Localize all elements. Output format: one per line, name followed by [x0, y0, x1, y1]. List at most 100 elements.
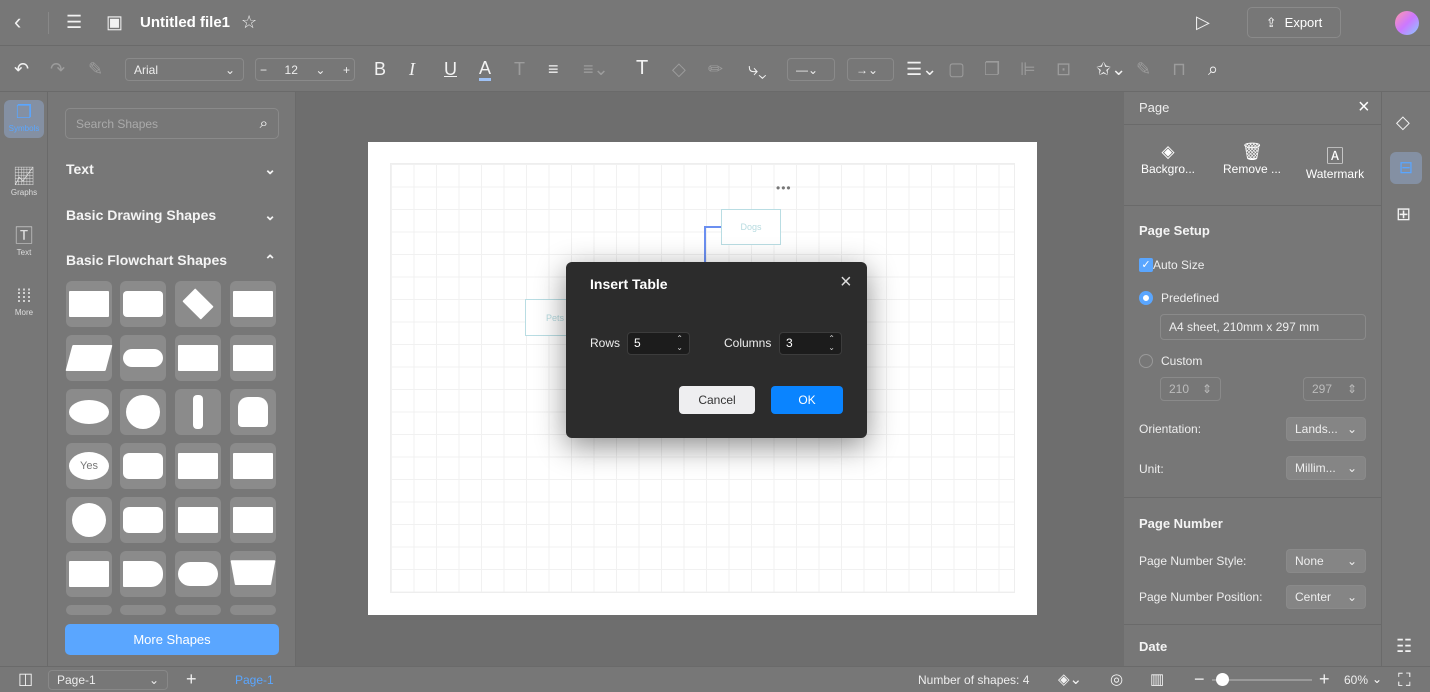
shape-tile[interactable] [230, 389, 276, 435]
shape-tile[interactable] [175, 335, 221, 381]
page-select[interactable]: Page-1 ⌄ [48, 670, 168, 690]
shape-tile[interactable] [175, 443, 221, 489]
shape-tile[interactable] [120, 389, 166, 435]
font-size-stepper[interactable]: −12 ⌄ + [255, 58, 355, 81]
zoom-level[interactable]: 60% [1344, 673, 1368, 687]
menu-icon[interactable]: ☰ [66, 12, 82, 32]
find-icon[interactable]: ⌕ [1208, 59, 1218, 79]
rows-stepper[interactable]: 5 ⌃ ⌄ [627, 332, 690, 355]
map-icon[interactable]: ▥ [1150, 670, 1164, 690]
remove-background-button[interactable]: 🗑︎ Remove ... [1216, 142, 1288, 176]
zoom-in-icon[interactable]: + [1319, 669, 1330, 689]
predefined-radio[interactable] [1139, 291, 1153, 305]
connector-icon[interactable]: ⤷⌄ [748, 59, 767, 79]
custom-height-field[interactable]: 297 ⇕ [1303, 377, 1366, 401]
custom-radio[interactable] [1139, 354, 1153, 368]
ok-button[interactable]: OK [771, 386, 843, 414]
shape-tile[interactable] [120, 281, 166, 327]
fill-icon[interactable]: ◇ [672, 59, 686, 79]
auto-size-checkbox[interactable]: ✓ [1139, 258, 1153, 272]
shape-tile[interactable] [66, 605, 112, 615]
format-painter-icon[interactable]: ✎ [88, 59, 103, 79]
more-icon[interactable]: ••• [776, 181, 792, 195]
send-back-icon[interactable]: ❐ [984, 59, 1000, 79]
shape-tile[interactable]: Yes [66, 443, 112, 489]
focus-icon[interactable]: ◎ [1110, 670, 1123, 690]
shape-tile[interactable] [65, 335, 113, 381]
shape-tile[interactable] [66, 551, 112, 597]
shape-tile[interactable] [230, 605, 276, 615]
shape-tile[interactable] [120, 335, 166, 381]
underline-icon[interactable]: U [444, 59, 457, 79]
bring-front-icon[interactable]: ▢ [948, 59, 965, 79]
shape-tile[interactable] [175, 605, 221, 615]
shape-tile[interactable] [230, 335, 276, 381]
rail-item-symbols[interactable]: ❐ Symbols [4, 100, 44, 138]
stepper-arrows-icon[interactable]: ⇕ [1347, 382, 1357, 396]
line-style-select[interactable]: —⌄ [787, 58, 835, 81]
shape-tile[interactable] [230, 497, 276, 543]
text-tool-icon[interactable]: T [636, 58, 648, 78]
shape-tile[interactable] [175, 551, 221, 597]
star-icon[interactable]: ☆ [241, 12, 257, 32]
edit-icon[interactable]: ✎ [1136, 59, 1151, 79]
section-basic-flowchart[interactable]: Basic Flowchart Shapes ⌃ [66, 252, 276, 269]
close-icon[interactable]: × [840, 271, 852, 294]
file-title[interactable]: Untitled file1 [140, 14, 230, 31]
section-text[interactable]: Text ⌄ [66, 161, 276, 178]
unit-select[interactable]: Millim... ⌄ [1286, 456, 1366, 480]
custom-width-field[interactable]: 210 ⇕ [1160, 377, 1221, 401]
shape-tile[interactable] [120, 497, 166, 543]
font-color-icon[interactable]: A [479, 58, 492, 81]
stepper-arrows-icon[interactable]: ⌃ ⌄ [828, 334, 835, 352]
shape-tile[interactable] [175, 389, 221, 435]
rail-item-more[interactable]: ⁞⁞⁞ More [4, 284, 44, 317]
decrease-icon[interactable]: − [260, 63, 267, 77]
rail-item-text[interactable]: 🅃 Text [4, 224, 44, 257]
shape-tile[interactable] [175, 497, 221, 543]
add-page-icon[interactable]: + [186, 669, 197, 689]
page-tab[interactable]: Page-1 [235, 673, 274, 687]
line-spacing-icon[interactable]: ≡⌄ [583, 59, 609, 79]
page-number-style-select[interactable]: None ⌄ [1286, 549, 1366, 573]
stepper-arrows-icon[interactable]: ⇕ [1202, 382, 1212, 396]
text-style-icon[interactable]: T [514, 59, 525, 79]
group-icon[interactable]: ⊡ [1056, 59, 1071, 79]
shape-tile[interactable] [230, 551, 276, 597]
chevron-down-icon[interactable]: ⌄ [1372, 672, 1382, 686]
font-select[interactable]: Arial ⌄ [125, 58, 244, 81]
close-icon[interactable]: × [1358, 96, 1370, 119]
lock-icon[interactable]: ⊓ [1172, 59, 1186, 79]
fullscreen-icon[interactable]: ⛶ [1398, 670, 1411, 690]
arrow-style-select[interactable]: →⌄ [847, 58, 894, 81]
save-icon[interactable]: ▣ [106, 12, 123, 32]
avatar[interactable] [1395, 11, 1419, 35]
panel-toggle-icon[interactable]: ◫ [18, 670, 33, 690]
rail-item-graphs[interactable]: 📈︎ Graphs [4, 164, 44, 197]
watermark-button[interactable]: 🄰 Watermark [1299, 142, 1371, 181]
zoom-out-icon[interactable]: − [1194, 669, 1205, 689]
bold-icon[interactable]: B [374, 59, 386, 79]
undo-icon[interactable]: ↶ [14, 59, 29, 79]
search-icon[interactable]: ⌕ [260, 115, 268, 132]
shape-tile[interactable] [175, 281, 221, 327]
back-icon[interactable]: ‹ [14, 11, 21, 33]
shape-tile[interactable] [66, 389, 112, 435]
settings-list-icon[interactable]: ☷ [1396, 636, 1412, 656]
shape-tile[interactable] [230, 281, 276, 327]
orientation-select[interactable]: Lands... ⌄ [1286, 417, 1366, 441]
line-color-icon[interactable]: ✏ [708, 59, 723, 79]
style-paint-icon[interactable]: ◇ [1396, 112, 1410, 132]
shape-tile[interactable] [230, 443, 276, 489]
stepper-arrows-icon[interactable]: ⌃ ⌄ [676, 334, 683, 352]
search-input[interactable]: Search Shapes ⌕ [65, 108, 279, 139]
background-button[interactable]: ◈ Backgro... [1132, 142, 1204, 176]
cancel-button[interactable]: Cancel [679, 386, 755, 414]
increase-icon[interactable]: + [343, 63, 350, 77]
shape-tile[interactable] [120, 605, 166, 615]
more-shapes-button[interactable]: More Shapes [65, 624, 279, 655]
italic-icon[interactable]: I [409, 59, 415, 79]
align-icon[interactable]: ≡ [548, 59, 559, 79]
align-objects-icon[interactable]: ⊫ [1020, 59, 1036, 79]
shape-tile[interactable] [66, 281, 112, 327]
